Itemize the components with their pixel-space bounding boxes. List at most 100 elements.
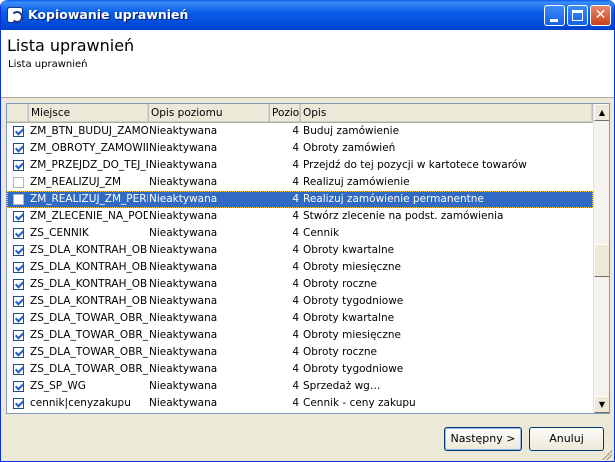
row-checkbox[interactable] bbox=[13, 228, 24, 239]
minimize-button[interactable] bbox=[544, 5, 565, 26]
cancel-button[interactable]: Anuluj bbox=[529, 427, 604, 451]
cell-opis: Obroty zamówień bbox=[303, 142, 396, 154]
cell-opis-poziomu: Nieaktywana bbox=[149, 380, 218, 392]
cell-miejsce: ZS_DLA_TOWAR_OBR_KW bbox=[30, 312, 148, 324]
row-checkbox[interactable] bbox=[13, 177, 24, 188]
cell-poziom: 4 bbox=[292, 193, 299, 205]
cell-opis-poziomu: Nieaktywana bbox=[149, 244, 218, 256]
maximize-button[interactable] bbox=[567, 5, 588, 26]
vertical-scrollbar[interactable]: ▲ ▼ bbox=[593, 104, 609, 413]
cell-opis-poziomu: Nieaktywana bbox=[149, 397, 218, 409]
table-row[interactable]: ZS_DLA_TOWAR_OBR_TYGNieaktywana 4 Obroty t… bbox=[7, 361, 593, 378]
column-header-opis-poziomu[interactable]: Opis poziomu bbox=[149, 104, 270, 123]
row-checkbox[interactable] bbox=[13, 245, 24, 256]
next-button[interactable]: Następny > bbox=[444, 427, 522, 451]
cell-miejsce: ZS_SP_WG bbox=[30, 380, 86, 392]
cell-poziom: 4 bbox=[292, 244, 299, 256]
cell-poziom: 4 bbox=[292, 125, 299, 137]
table-row[interactable]: ZS_CENNIK Nieaktywana 4 Cennik bbox=[7, 225, 593, 242]
cell-miejsce: ZS_DLA_KONTRAH_OBROTY bbox=[30, 295, 148, 307]
row-checkbox[interactable] bbox=[13, 262, 24, 273]
cell-opis-poziomu: Nieaktywana bbox=[149, 193, 218, 205]
row-checkbox[interactable] bbox=[13, 279, 24, 290]
column-header-miejsce[interactable]: Miejsce △ bbox=[29, 104, 149, 123]
cell-miejsce: ZM_OBROTY_ZAMOWIENIA bbox=[30, 142, 148, 154]
cell-opis-poziomu: Nieaktywana bbox=[149, 159, 218, 171]
cell-opis: Stwórz zlecenie na podst. zamówienia bbox=[303, 210, 504, 222]
cell-opis: Obroty tygodniowe bbox=[303, 295, 404, 307]
row-checkbox[interactable] bbox=[13, 160, 24, 171]
table-row[interactable]: ZM_PRZEJDZ_DO_TEJ_POZYCJINieaktywana 4 Prz… bbox=[7, 157, 593, 174]
cell-opis-poziomu: Nieaktywana bbox=[149, 261, 218, 273]
row-checkbox[interactable] bbox=[13, 398, 24, 409]
scroll-up-icon[interactable]: ▲ bbox=[594, 104, 609, 121]
cell-opis: Obroty roczne bbox=[303, 346, 378, 358]
table-row[interactable]: ZM_ZLECENIE_NA_PODSTNieaktywana 4 Stwórz z… bbox=[7, 208, 593, 225]
table-row[interactable]: ZM_BTN_BUDUJ_ZAMOWIENIENieaktywana 4 Buduj… bbox=[7, 123, 593, 140]
cell-poziom: 4 bbox=[292, 380, 299, 392]
cell-opis-poziomu: Nieaktywana bbox=[149, 363, 218, 375]
close-button[interactable]: ✕ bbox=[590, 5, 611, 26]
cell-poziom: 4 bbox=[292, 159, 299, 171]
cell-opis: Sprzedaż wg… bbox=[303, 380, 381, 392]
row-checkbox[interactable] bbox=[13, 194, 24, 205]
cell-miejsce: ZS_DLA_KONTRAH_OBROTY bbox=[30, 261, 148, 273]
cell-opis: Obroty kwartalne bbox=[303, 244, 395, 256]
row-checkbox[interactable] bbox=[13, 126, 24, 137]
title-bar[interactable]: Kopiowanie uprawnień ✕ bbox=[1, 0, 614, 30]
table-row[interactable]: ZS_SP_WG Nieaktywana 4 Sprzedaż wg… bbox=[7, 378, 593, 395]
cell-opis-poziomu: Nieaktywana bbox=[149, 312, 218, 324]
minimize-icon bbox=[550, 19, 558, 22]
cell-opis: Realizuj zamówienie permanentne bbox=[303, 193, 484, 205]
cell-miejsce: ZS_CENNIK bbox=[30, 227, 89, 239]
row-checkbox[interactable] bbox=[13, 347, 24, 358]
row-checkbox[interactable] bbox=[13, 211, 24, 222]
column-header-opis[interactable]: Opis bbox=[301, 104, 593, 123]
table-row[interactable]: ZS_DLA_KONTRAH_OBROTYNieaktywana 4 Obroty … bbox=[7, 293, 593, 310]
cell-opis: Buduj zamówienie bbox=[303, 125, 400, 137]
window-title: Kopiowanie uprawnień bbox=[28, 7, 189, 22]
cell-miejsce: ZS_DLA_TOWAR_OBR_TYG bbox=[30, 363, 148, 375]
cell-opis-poziomu: Nieaktywana bbox=[149, 125, 218, 137]
table-row[interactable]: ZS_DLA_KONTRAH_OBROTYNieaktywana 4 Obroty … bbox=[7, 259, 593, 276]
cell-miejsce: ZM_BTN_BUDUJ_ZAMOWIENIE bbox=[30, 125, 148, 137]
scroll-thumb[interactable] bbox=[594, 244, 609, 277]
table-row[interactable]: ZS_DLA_TOWAR_OBR_MIESNieaktywana 4 Obroty … bbox=[7, 327, 593, 344]
cell-miejsce: ZM_PRZEJDZ_DO_TEJ_POZYCJI bbox=[30, 159, 148, 171]
cell-opis-poziomu: Nieaktywana bbox=[149, 210, 218, 222]
cell-opis-poziomu: Nieaktywana bbox=[149, 227, 218, 239]
row-checkbox[interactable] bbox=[13, 313, 24, 324]
cell-miejsce: ZM_ZLECENIE_NA_PODST bbox=[30, 210, 148, 222]
resize-grip-icon[interactable] bbox=[602, 450, 612, 460]
column-header-poziom[interactable]: Poziom bbox=[270, 104, 301, 123]
app-logo-icon bbox=[7, 7, 23, 23]
table-row[interactable]: ZS_DLA_TOWAR_OBR_KWNieaktywana 4 Obroty kw… bbox=[7, 310, 593, 327]
row-checkbox[interactable] bbox=[13, 330, 24, 341]
row-checkbox[interactable] bbox=[13, 296, 24, 307]
cell-miejsce: ZS_DLA_KONTRAH_OBROTY bbox=[30, 278, 148, 290]
row-checkbox[interactable] bbox=[13, 364, 24, 375]
scroll-down-icon[interactable]: ▼ bbox=[594, 396, 609, 413]
cell-miejsce: ZS_DLA_TOWAR_OBR_MIES bbox=[30, 329, 148, 341]
cell-poziom: 4 bbox=[292, 278, 299, 290]
column-header-label: Miejsce bbox=[31, 107, 71, 119]
table-row[interactable]: ZM_OBROTY_ZAMOWIENIANieaktywana 4 Obroty z… bbox=[7, 140, 593, 157]
table-row[interactable]: ZM_REALIZUJ_ZM Nieaktywana 4 Realizuj zamów… bbox=[7, 174, 593, 191]
table-row[interactable]: ZS_DLA_KONTRAH_OBROTYNieaktywana 4 Obroty … bbox=[7, 242, 593, 259]
table-row[interactable]: ZM_REALIZUJ_ZM_PERM Nieaktywana 4 Realizuj … bbox=[7, 191, 593, 208]
cell-poziom: 4 bbox=[292, 227, 299, 239]
header-panel: Lista uprawnień Lista uprawnień bbox=[1, 30, 614, 98]
row-checkbox[interactable] bbox=[13, 381, 24, 392]
cell-opis-poziomu: Nieaktywana bbox=[149, 329, 218, 341]
row-checkbox[interactable] bbox=[13, 143, 24, 154]
page-title: Lista uprawnień bbox=[7, 36, 135, 55]
column-header-label: Opis bbox=[303, 107, 327, 119]
column-header-checkbox[interactable] bbox=[7, 104, 29, 123]
cell-opis-poziomu: Nieaktywana bbox=[149, 142, 218, 154]
cell-poziom: 4 bbox=[292, 397, 299, 409]
page-subtitle: Lista uprawnień bbox=[8, 59, 88, 70]
cell-poziom: 4 bbox=[292, 329, 299, 341]
table-row[interactable]: cennik|cenyzakupu Nieaktywana 4 Cennik - ce… bbox=[7, 395, 593, 412]
table-row[interactable]: ZS_DLA_TOWAR_OBR_ROCZNieaktywana 4 Obroty … bbox=[7, 344, 593, 361]
table-row[interactable]: ZS_DLA_KONTRAH_OBROTYNieaktywana 4 Obroty … bbox=[7, 276, 593, 293]
